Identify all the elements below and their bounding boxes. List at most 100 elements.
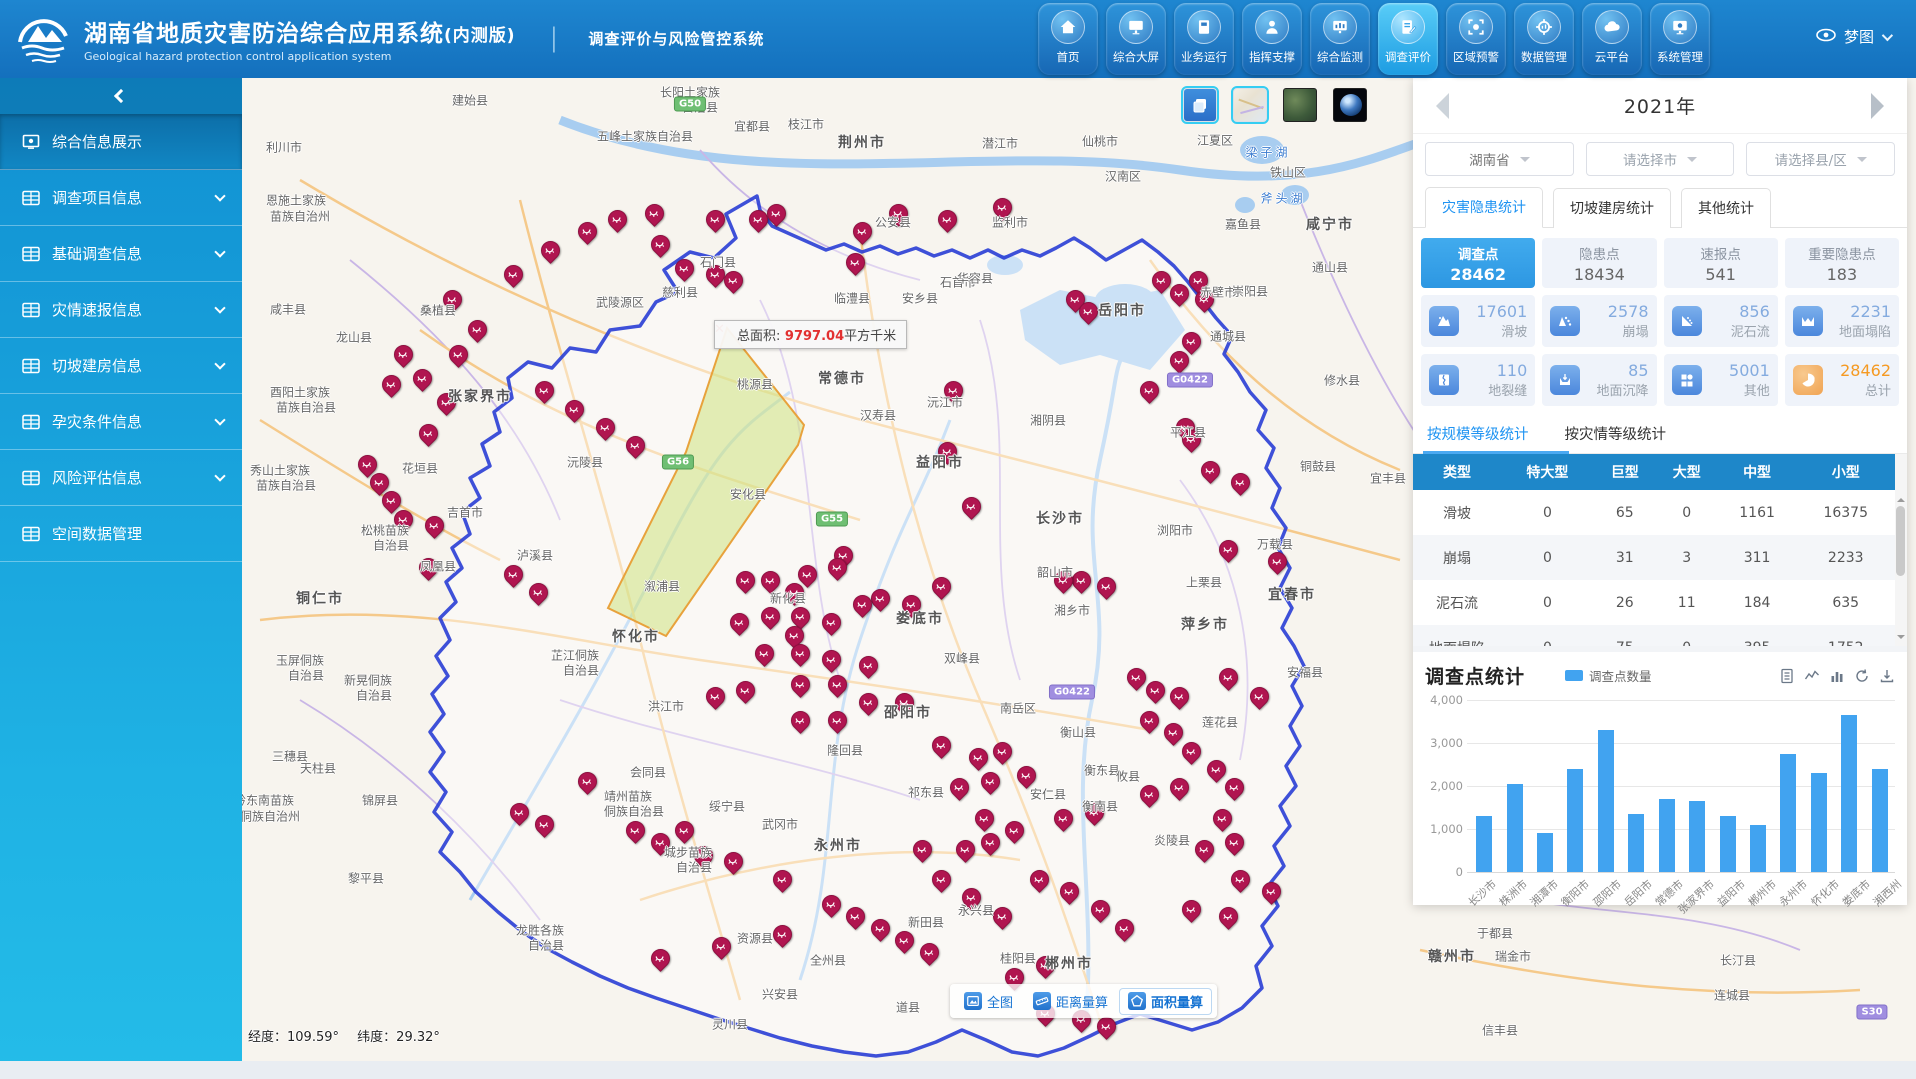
- tile-label: 重要隐患点: [1808, 243, 1876, 263]
- type-tile-0[interactable]: 17601 滑坡: [1421, 295, 1535, 347]
- type-tile-1[interactable]: 2578 崩塌: [1542, 295, 1656, 347]
- measure-button-0[interactable]: 全图: [956, 989, 1021, 1014]
- measure-button-1[interactable]: 距离量算: [1025, 989, 1116, 1014]
- sidebar-item-6[interactable]: 风险评估信息: [0, 450, 242, 506]
- nav-tile-9[interactable]: 系统管理: [1650, 3, 1710, 75]
- screen-icon: [1119, 10, 1153, 44]
- table-scrollbar[interactable]: [1895, 454, 1907, 646]
- nav-tile-7[interactable]: 数据管理: [1514, 3, 1574, 75]
- nav-tile-1[interactable]: 综合大屏: [1106, 3, 1166, 75]
- scrollbar-thumb[interactable]: [1896, 506, 1905, 576]
- stat-tab-0[interactable]: 按规模等级统计: [1427, 423, 1529, 453]
- chart-toolbar: [1779, 668, 1895, 684]
- nav-tile-4[interactable]: 综合监测: [1310, 3, 1370, 75]
- data-view-icon[interactable]: [1779, 668, 1795, 684]
- chevron-left-icon: [114, 89, 128, 103]
- user-menu[interactable]: 梦图: [1816, 26, 1890, 47]
- y-axis-tick: 4,000: [1430, 693, 1463, 707]
- scroll-down-icon[interactable]: [1897, 635, 1905, 643]
- sidebar-item-0[interactable]: 综合信息展示: [0, 114, 242, 170]
- title-badge: (内测版): [444, 26, 516, 46]
- bar-湘西州: [1872, 769, 1888, 872]
- system-name: 调查评价与风险管控系统: [588, 28, 764, 49]
- sidebar-item-4[interactable]: 切坡建房信息: [0, 338, 242, 394]
- nav-tile-2[interactable]: 业务运行: [1174, 3, 1234, 75]
- tile-label: 速报点: [1700, 243, 1741, 263]
- summary-tile-2[interactable]: 速报点 541: [1664, 238, 1778, 288]
- tab-2[interactable]: 其他统计: [1681, 188, 1771, 228]
- sidebar-item-3[interactable]: 灾情速报信息: [0, 282, 242, 338]
- road-badge: G0422: [1049, 685, 1095, 700]
- refresh-icon[interactable]: [1854, 668, 1870, 684]
- region-select-1[interactable]: 请选择市: [1586, 142, 1735, 176]
- y-axis-tick: 0: [1456, 865, 1463, 879]
- sidebar-item-2[interactable]: 基础调查信息: [0, 226, 242, 282]
- summary-tile-1[interactable]: 隐患点 18434: [1542, 238, 1656, 288]
- bar-chart-icon[interactable]: [1829, 668, 1845, 684]
- scroll-up-icon[interactable]: [1897, 494, 1905, 502]
- statistics-panel: 2021年 湖南省请选择市请选择县/区 灾害隐患统计切坡建房统计其他统计 调查点…: [1413, 78, 1907, 905]
- sidebar-item-1[interactable]: 调查项目信息: [0, 170, 242, 226]
- tile-value: 183: [1827, 265, 1858, 284]
- globe-thumb[interactable]: [1333, 88, 1367, 122]
- x-axis-tick: 怀化市: [1807, 876, 1842, 910]
- tile-value: 541: [1705, 265, 1736, 284]
- stat-tab-1[interactable]: 按灾情等级统计: [1565, 423, 1667, 453]
- measure-button-2[interactable]: 面积量算: [1120, 989, 1211, 1014]
- nav-tile-5[interactable]: 调查评价: [1378, 3, 1438, 75]
- landslide-icon: [1429, 306, 1459, 336]
- table-header-cell: 特大型: [1501, 454, 1594, 490]
- type-tile-4[interactable]: 110 地裂缝: [1421, 354, 1535, 406]
- grid-table-icon: [22, 358, 40, 374]
- legend-swatch: [1565, 670, 1583, 681]
- grid-table-icon: [22, 470, 40, 486]
- summary-tile-3[interactable]: 重要隐患点 183: [1785, 238, 1899, 288]
- pie-icon: [1793, 365, 1823, 395]
- type-tile-7[interactable]: 28462 总计: [1785, 354, 1899, 406]
- chevron-expand-icon: [214, 190, 225, 201]
- bar-岳阳市: [1628, 814, 1644, 872]
- nav-tile-8[interactable]: 云平台: [1582, 3, 1642, 75]
- x-axis-tick: 益阳市: [1714, 876, 1749, 910]
- measure-toolbar: 全图 距离量算 面积量算: [950, 984, 1217, 1018]
- tab-0[interactable]: 灾害隐患统计: [1425, 187, 1543, 228]
- sidebar-item-5[interactable]: 孕灾条件信息: [0, 394, 242, 450]
- bar-常德市: [1659, 799, 1675, 872]
- prev-year-arrow[interactable]: [1423, 93, 1449, 119]
- chevron-expand-icon: [214, 302, 225, 313]
- type-tile-2[interactable]: 856 泥石流: [1664, 295, 1778, 347]
- next-year-arrow[interactable]: [1871, 93, 1897, 119]
- table-cell: 2233: [1796, 535, 1895, 580]
- table-header-cell: 类型: [1413, 454, 1501, 490]
- sidebar-item-7[interactable]: 空间数据管理: [0, 506, 242, 562]
- type-tile-6[interactable]: 5001 其他: [1664, 354, 1778, 406]
- line-chart-icon[interactable]: [1804, 668, 1820, 684]
- x-axis-tick: 衡阳市: [1558, 876, 1593, 910]
- region-select-2[interactable]: 请选择县/区: [1746, 142, 1895, 176]
- main-nav: 首页 综合大屏 业务运行 指挥支撑 综合监测 调查评价 区域预警 数据管理 云平…: [1038, 3, 1710, 75]
- nav-tile-6[interactable]: 区域预警: [1446, 3, 1506, 75]
- nav-tile-0[interactable]: 首页: [1038, 3, 1098, 75]
- type-tile-3[interactable]: 2231 地面塌陷: [1785, 295, 1899, 347]
- summary-tile-0[interactable]: 调查点 28462: [1421, 238, 1535, 288]
- tab-1[interactable]: 切坡建房统计: [1553, 188, 1671, 228]
- sidebar-collapse-button[interactable]: [0, 78, 242, 114]
- chevron-expand-icon: [214, 358, 225, 369]
- nav-label: 云平台: [1595, 49, 1630, 65]
- satellite-thumb[interactable]: [1283, 88, 1317, 122]
- nav-tile-3[interactable]: 指挥支撑: [1242, 3, 1302, 75]
- bar-长沙市: [1476, 816, 1492, 872]
- download-icon[interactable]: [1879, 668, 1895, 684]
- region-select-0[interactable]: 湖南省: [1425, 142, 1574, 176]
- type-tile-5[interactable]: 85 地面沉降: [1542, 354, 1656, 406]
- nav-label: 数据管理: [1521, 49, 1567, 65]
- layers-icon[interactable]: [1183, 88, 1217, 122]
- chart-title: 调查点统计: [1425, 662, 1525, 689]
- area-measure-tooltip: 总面积: 9797.04平方千米: [714, 320, 907, 349]
- type-value: 2578: [1608, 302, 1649, 321]
- nav-label: 业务运行: [1181, 49, 1227, 65]
- table-cell: 0: [1656, 625, 1718, 646]
- tooltip-unit: 平方千米: [844, 329, 896, 344]
- grid-table-icon: [22, 246, 40, 262]
- street-map-thumb[interactable]: [1233, 88, 1267, 122]
